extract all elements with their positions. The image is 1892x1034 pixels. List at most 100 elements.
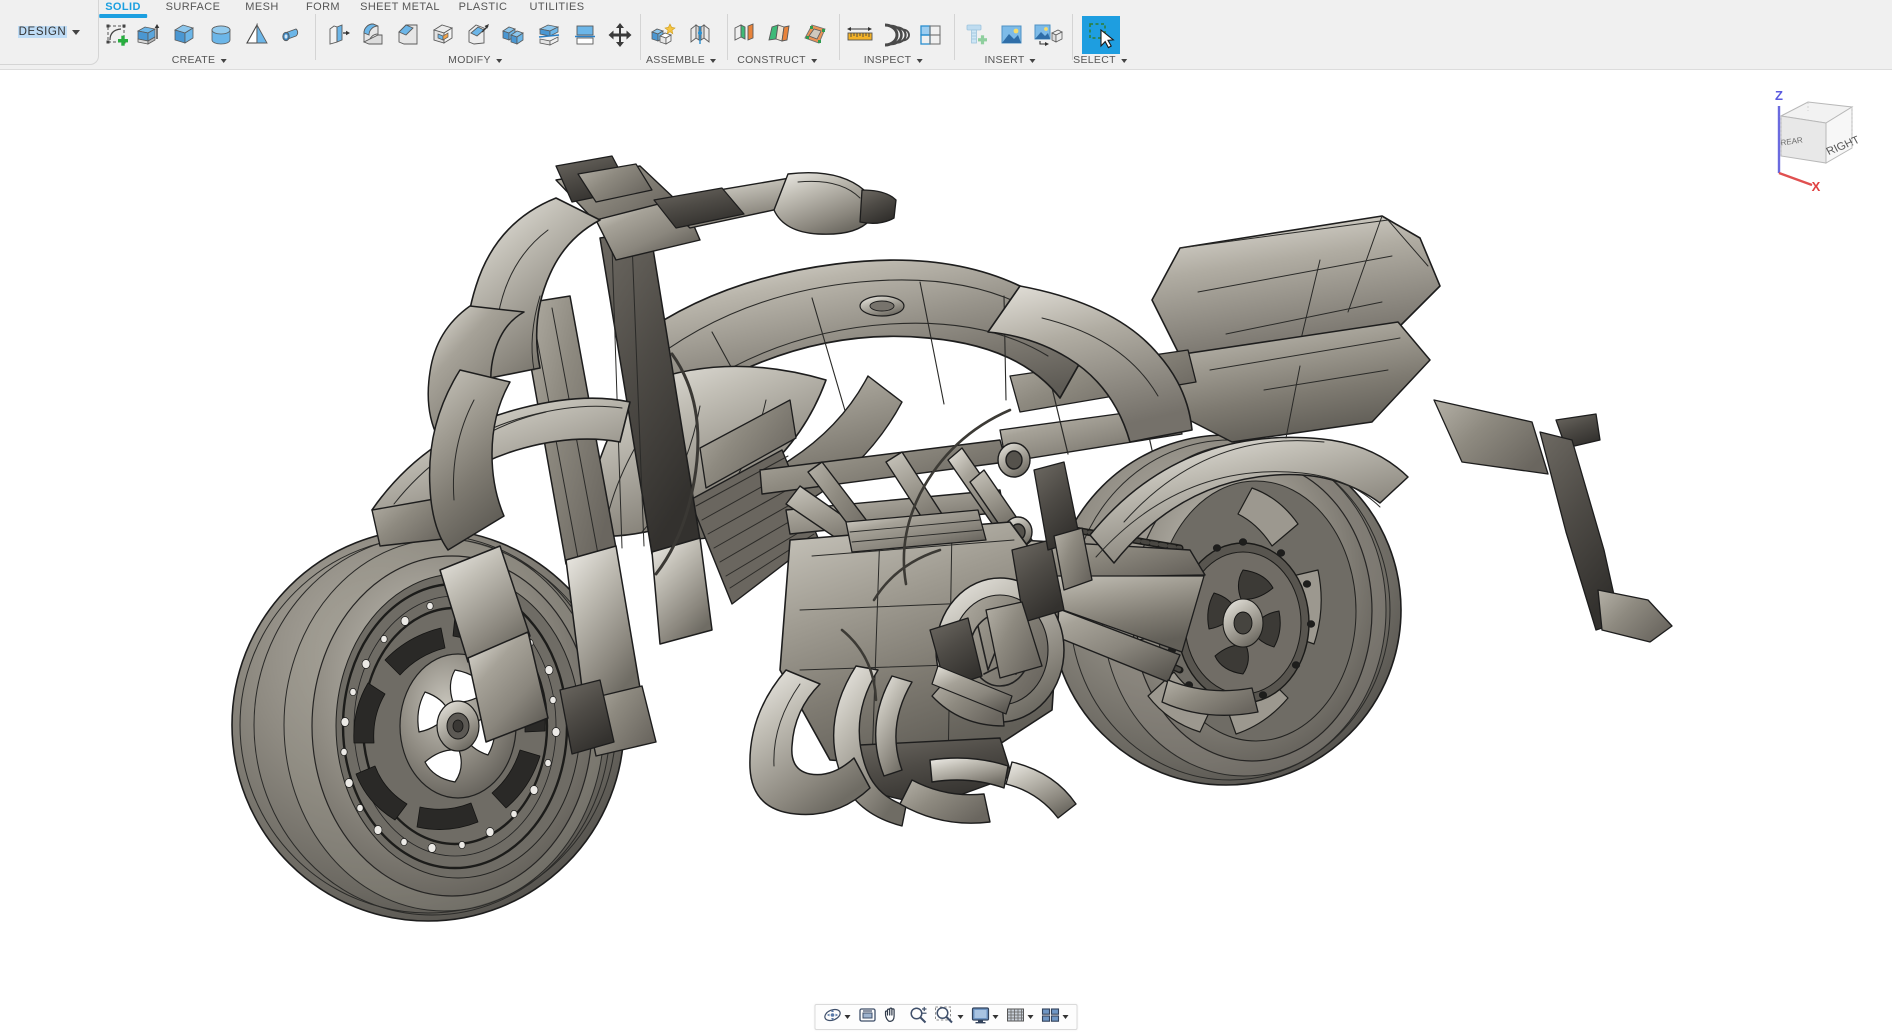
fit-view-dropdown-arrow[interactable] [957, 1015, 964, 1019]
3d-viewport[interactable]: Z X REAR RIGHT [0, 70, 1892, 1034]
group-label-insert[interactable]: INSERT [984, 54, 1036, 66]
display-settings-button[interactable] [968, 1005, 992, 1029]
insert-canvas-icon [999, 22, 1025, 48]
chamfer-icon [395, 22, 421, 48]
toolbar-divider [727, 14, 728, 60]
cylinder-icon [208, 22, 234, 48]
viewports-dropdown-arrow[interactable] [1062, 1015, 1069, 1019]
group-label-assemble[interactable]: ASSEMBLE [645, 54, 717, 66]
group-label-text: ASSEMBLE [645, 54, 706, 66]
move-copy-button[interactable] [601, 16, 639, 54]
measure-icon [845, 22, 875, 48]
chevron-down-icon [710, 59, 717, 63]
display-icon [971, 1006, 991, 1029]
grid-icon [1006, 1006, 1026, 1029]
tab-form[interactable]: FORM [306, 1, 340, 13]
viewports-button[interactable] [1038, 1005, 1062, 1029]
fillet-button[interactable] [354, 16, 392, 54]
split-face-button[interactable] [566, 16, 604, 54]
ribbon-content: SOLID SURFACE MESH FORM SHEET METAL PLASTIC UT… [99, 0, 1892, 70]
chevron-down-icon [916, 59, 923, 63]
tab-utilities[interactable]: UTILITIES [530, 1, 585, 13]
group-label-create[interactable]: CREATE [172, 54, 227, 66]
pan-button[interactable] [881, 1005, 906, 1029]
extrude-icon [134, 22, 160, 48]
pan-hand-icon [884, 1006, 903, 1029]
press-pull-button[interactable] [319, 16, 357, 54]
toolbar-divider [640, 14, 641, 60]
offset-plane-button[interactable] [726, 16, 764, 54]
plane-at-angle-button[interactable] [760, 16, 798, 54]
group-label-modify[interactable]: MODIFY [448, 54, 502, 66]
loft-button[interactable] [238, 16, 276, 54]
tab-solid[interactable]: SOLID [99, 1, 147, 18]
select-button[interactable] [1082, 16, 1120, 54]
toolbar-divider [954, 14, 955, 60]
fillet-icon [360, 22, 386, 48]
insert-mcmaster-button[interactable] [957, 16, 995, 54]
decal-button[interactable] [1029, 16, 1067, 54]
workspace-selector[interactable]: DESIGN [0, 0, 99, 65]
orbit-dropdown-arrow[interactable] [844, 1015, 851, 1019]
tank-details [859, 295, 905, 317]
zoom-button[interactable] [906, 1005, 932, 1029]
chevron-down-icon [1029, 59, 1036, 63]
grid-snaps-button[interactable] [1003, 1005, 1027, 1029]
tab-mesh[interactable]: MESH [245, 1, 278, 13]
revolve-button[interactable] [165, 16, 203, 54]
viewports-icon [1041, 1006, 1061, 1029]
offset-plane-icon [732, 22, 758, 48]
section-analysis-button[interactable] [912, 16, 950, 54]
grid-snaps-dropdown-arrow[interactable] [1027, 1015, 1034, 1019]
front-wheel [231, 528, 625, 922]
combine-icon [500, 22, 526, 48]
joint-button[interactable] [681, 16, 719, 54]
new-component-icon [649, 22, 677, 48]
group-label-text: CONSTRUCT [737, 54, 806, 66]
group-label-construct[interactable]: CONSTRUCT [737, 54, 817, 66]
insert-fastener-icon [963, 22, 989, 48]
look-at-button[interactable] [855, 1005, 881, 1029]
group-label-inspect[interactable]: INSPECT [864, 54, 923, 66]
display-settings-dropdown-arrow[interactable] [992, 1015, 999, 1019]
motorcycle-model[interactable] [0, 70, 1892, 1034]
move-copy-icon [606, 21, 634, 49]
triangle-icon [244, 22, 270, 48]
tangent-plane-button[interactable] [796, 16, 834, 54]
press-pull-icon [325, 22, 351, 48]
draft-button[interactable] [459, 16, 497, 54]
measure-button[interactable] [841, 16, 879, 54]
orbit-icon [823, 1006, 843, 1029]
extrude-button[interactable] [128, 16, 166, 54]
chevron-down-icon [220, 59, 227, 63]
chevron-down-icon [495, 59, 502, 63]
rib-button[interactable] [273, 16, 311, 54]
chevron-down-icon [810, 59, 817, 63]
chamfer-button[interactable] [389, 16, 427, 54]
insert-canvas-button[interactable] [993, 16, 1031, 54]
ribbon-toolbar: DESIGN SOLID SURFACE MESH FORM SHEET METAL PL… [0, 0, 1892, 70]
new-component-button[interactable] [644, 16, 682, 54]
sweep-button[interactable] [202, 16, 240, 54]
curvature-comb-button[interactable] [877, 16, 915, 54]
toolbar-divider [315, 14, 316, 60]
split-face-icon [572, 22, 598, 48]
group-label-select[interactable]: SELECT [1073, 54, 1127, 66]
tab-surface[interactable]: SURFACE [166, 1, 221, 13]
tab-sheet-metal[interactable]: SHEET METAL [360, 1, 440, 13]
orbit-button[interactable] [820, 1005, 844, 1029]
sketch-icon [104, 22, 130, 48]
tab-plastic[interactable]: PLASTIC [459, 1, 508, 13]
fusion360-window: DESIGN SOLID SURFACE MESH FORM SHEET METAL PL… [0, 0, 1892, 1034]
fit-view-button[interactable] [932, 1005, 957, 1029]
section-analysis-icon [918, 22, 944, 48]
combine-button[interactable] [494, 16, 532, 54]
split-body-button[interactable] [530, 16, 568, 54]
shell-button[interactable] [424, 16, 462, 54]
curvature-comb-icon [882, 22, 910, 48]
box-icon [171, 22, 197, 48]
view-cube[interactable]: Z X REAR RIGHT [1746, 78, 1866, 194]
look-at-icon [858, 1006, 878, 1029]
group-label-text: CREATE [171, 54, 216, 66]
decal-icon [1033, 22, 1063, 48]
